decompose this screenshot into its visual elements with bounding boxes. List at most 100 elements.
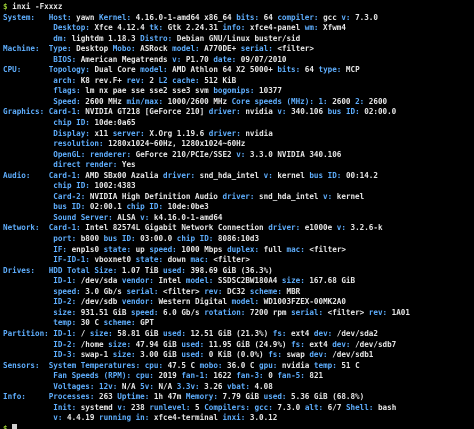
output-line: CPU: Topology: Dual Core model: AMD Athl… [3, 65, 474, 76]
field-value: <filter> [158, 286, 205, 296]
field-label: gcc: [254, 402, 273, 412]
field-label: speed: [131, 307, 159, 317]
field-value: kernel [272, 170, 310, 180]
field-label: type: [318, 65, 342, 75]
text-cursor [12, 424, 18, 429]
field-label: fs: [272, 328, 287, 338]
field-label: 1: [318, 96, 328, 106]
field-value: 1000/2600 MHz [163, 96, 232, 106]
field-label: v: [263, 170, 273, 180]
field-label: rev: [368, 307, 388, 317]
field-label: fan-5: [277, 371, 305, 381]
field-value: 931.51 GiB [76, 307, 132, 317]
field-label: Partition: ID-1: [3, 328, 77, 338]
field-value: 00:14.2 [341, 170, 378, 180]
field-label: BIOS: [3, 54, 77, 64]
field-label: v: [3, 413, 63, 423]
field-value: 4.08 [249, 381, 273, 391]
output-line: Desktop: Xfce 4.12.4 tk: Gtk 2.24.31 inf… [3, 23, 474, 34]
field-value: 6/7 [323, 402, 346, 412]
output-line: Drives: HDD Total Size: 1.07 TiB used: 3… [3, 266, 474, 277]
field-value: 3.2.6-k [345, 223, 383, 233]
field-value: AMD Athlon 64 X2 5000+ [167, 65, 278, 75]
field-value: /dev/sda [76, 276, 122, 286]
field-value: 512 KiB [199, 75, 237, 85]
field-value: 7.3.0 [272, 402, 305, 412]
field-label: rev: [204, 286, 223, 296]
field-label: scheme: [103, 318, 136, 328]
field-value: gcc [318, 12, 342, 22]
field-label: speed: [3, 286, 81, 296]
field-label: v: [336, 223, 346, 233]
field-value: 2600 [327, 96, 356, 106]
field-value: 3.3.0 NVIDIA 340.106 [245, 149, 342, 159]
field-label: dev: [313, 328, 333, 338]
field-label: serial: [291, 307, 324, 317]
field-value: 2019 [153, 371, 182, 381]
field-value: 64 [300, 65, 319, 75]
field-label: driver: [222, 191, 255, 201]
output-line: Audio: Card-1: AMD SBx00 Azalia driver: … [3, 171, 474, 182]
field-value: swap [281, 350, 310, 360]
output-line: Card-2: NVIDIA High Definition Audio dri… [3, 192, 474, 203]
field-value: lm nx pae sse sse2 sse3 svm [80, 86, 214, 96]
field-value: xfce4-panel [245, 23, 305, 33]
field-value: WD1003FZEX-00MK2A0 [259, 297, 346, 307]
field-value: 238 [126, 402, 150, 412]
field-value: 1A01 [387, 307, 410, 317]
field-value: SSDSC2BW180A4 [213, 276, 282, 286]
terminal-window[interactable]: $ inxi -Fxxxz System: Host: yawn Kernel:… [0, 0, 474, 429]
field-value: Xfwm4 [318, 23, 346, 33]
field-value: Intel [153, 276, 186, 286]
field-label: chip ID: [3, 118, 90, 128]
field-label: model: [231, 297, 260, 307]
field-value: N/A [153, 381, 177, 391]
field-value: 7200 rpm [245, 307, 292, 317]
field-label: bus ID: [103, 234, 136, 244]
field-value: K8 rev.F+ [76, 75, 127, 85]
field-label: Fan Speeds (RPM): [3, 371, 132, 381]
field-value: down [163, 255, 191, 265]
field-label: temp: [3, 318, 77, 328]
current-prompt-line[interactable]: $ [3, 424, 474, 429]
output-line: IF-ID-1: vboxnet0 state: down mac: <filt… [3, 255, 474, 266]
field-value: MCP [341, 65, 360, 75]
field-value: 2600 MHz [80, 96, 127, 106]
field-value: 398.69 GiB (36.3%) [185, 265, 273, 275]
field-value: Gtk 2.24.31 [163, 23, 223, 33]
field-value: A770DE+ [199, 44, 241, 54]
field-label: Display: [3, 128, 90, 138]
field-value: 821 [304, 371, 324, 381]
field-value: 11.95 GiB (24.9%) [204, 339, 292, 349]
inxi-output: System: Host: yawn Kernel: 4.16.0-1-amd6… [3, 13, 474, 424]
field-value: X.Org 1.19.6 [144, 128, 209, 138]
field-label: bus ID: [327, 107, 360, 117]
output-line: Fan Speeds (RPM): cpu: 2019 fan-1: 1622 … [3, 371, 474, 382]
field-label: runlevel: [149, 402, 191, 412]
field-value: /dev/sdb [76, 297, 122, 307]
field-value: 47.5 C [163, 360, 200, 370]
output-line: Info: Processes: 263 Uptime: 1h 47m Memo… [3, 392, 474, 403]
field-value: nvidia [277, 360, 314, 370]
field-value: <filter> [323, 307, 369, 317]
output-line: chip ID: 10de:0a65 [3, 118, 474, 129]
field-value: xfce4-terminal [149, 413, 223, 423]
field-label: Speed: [3, 96, 81, 106]
field-label: size: [3, 307, 77, 317]
field-label: arch: [3, 75, 77, 85]
output-line: Graphics: Card-1: NVIDIA GT218 [GeForce … [3, 107, 474, 118]
field-value: <filter> [304, 244, 346, 254]
field-label: size: [89, 328, 113, 338]
field-value: vboxnet0 [89, 255, 136, 265]
field-value: 7.3.0 [350, 12, 378, 22]
field-label: gpu: [259, 360, 278, 370]
field-label: Drives: HDD Total Size: [3, 265, 118, 275]
field-value: snd_hda_intel [195, 170, 264, 180]
field-value: DC32 [222, 286, 250, 296]
field-label: ID-3: [3, 350, 77, 360]
field-label: Mobo: [112, 44, 136, 54]
output-line: port: b800 bus ID: 03:00.0 chip ID: 8086… [3, 234, 474, 245]
output-line: direct render: Yes [3, 160, 474, 171]
field-label: v: [140, 212, 150, 222]
field-value: Debian GNU/Linux buster/sid [172, 33, 301, 43]
